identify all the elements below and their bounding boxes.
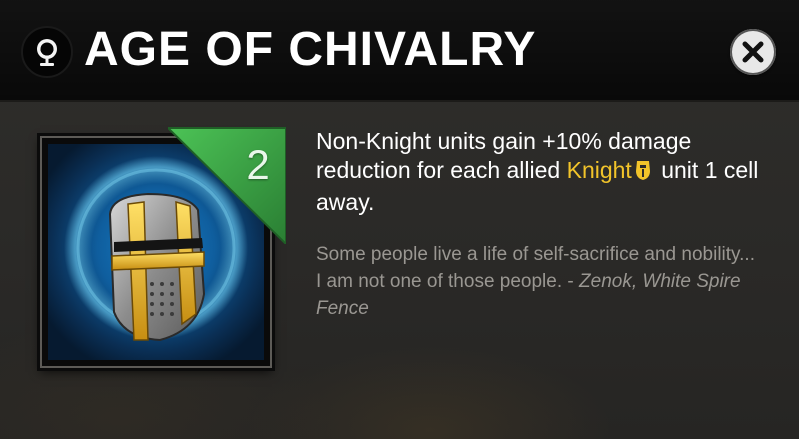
title-bar: AGE OF CHIVALRY <box>0 0 799 102</box>
lore-text: Some people live a life of self-sacrific… <box>316 241 756 322</box>
globe-icon <box>21 26 73 78</box>
close-button[interactable] <box>730 29 776 75</box>
knight-alliance-icon <box>634 159 652 188</box>
keyword-knight: Knight <box>566 157 632 183</box>
close-icon <box>742 41 764 63</box>
page-title: AGE OF CHIVALRY <box>84 23 537 76</box>
level-number: 2 <box>246 141 270 188</box>
ability-description: Non-Knight units gain +10% damage reduct… <box>316 127 776 217</box>
